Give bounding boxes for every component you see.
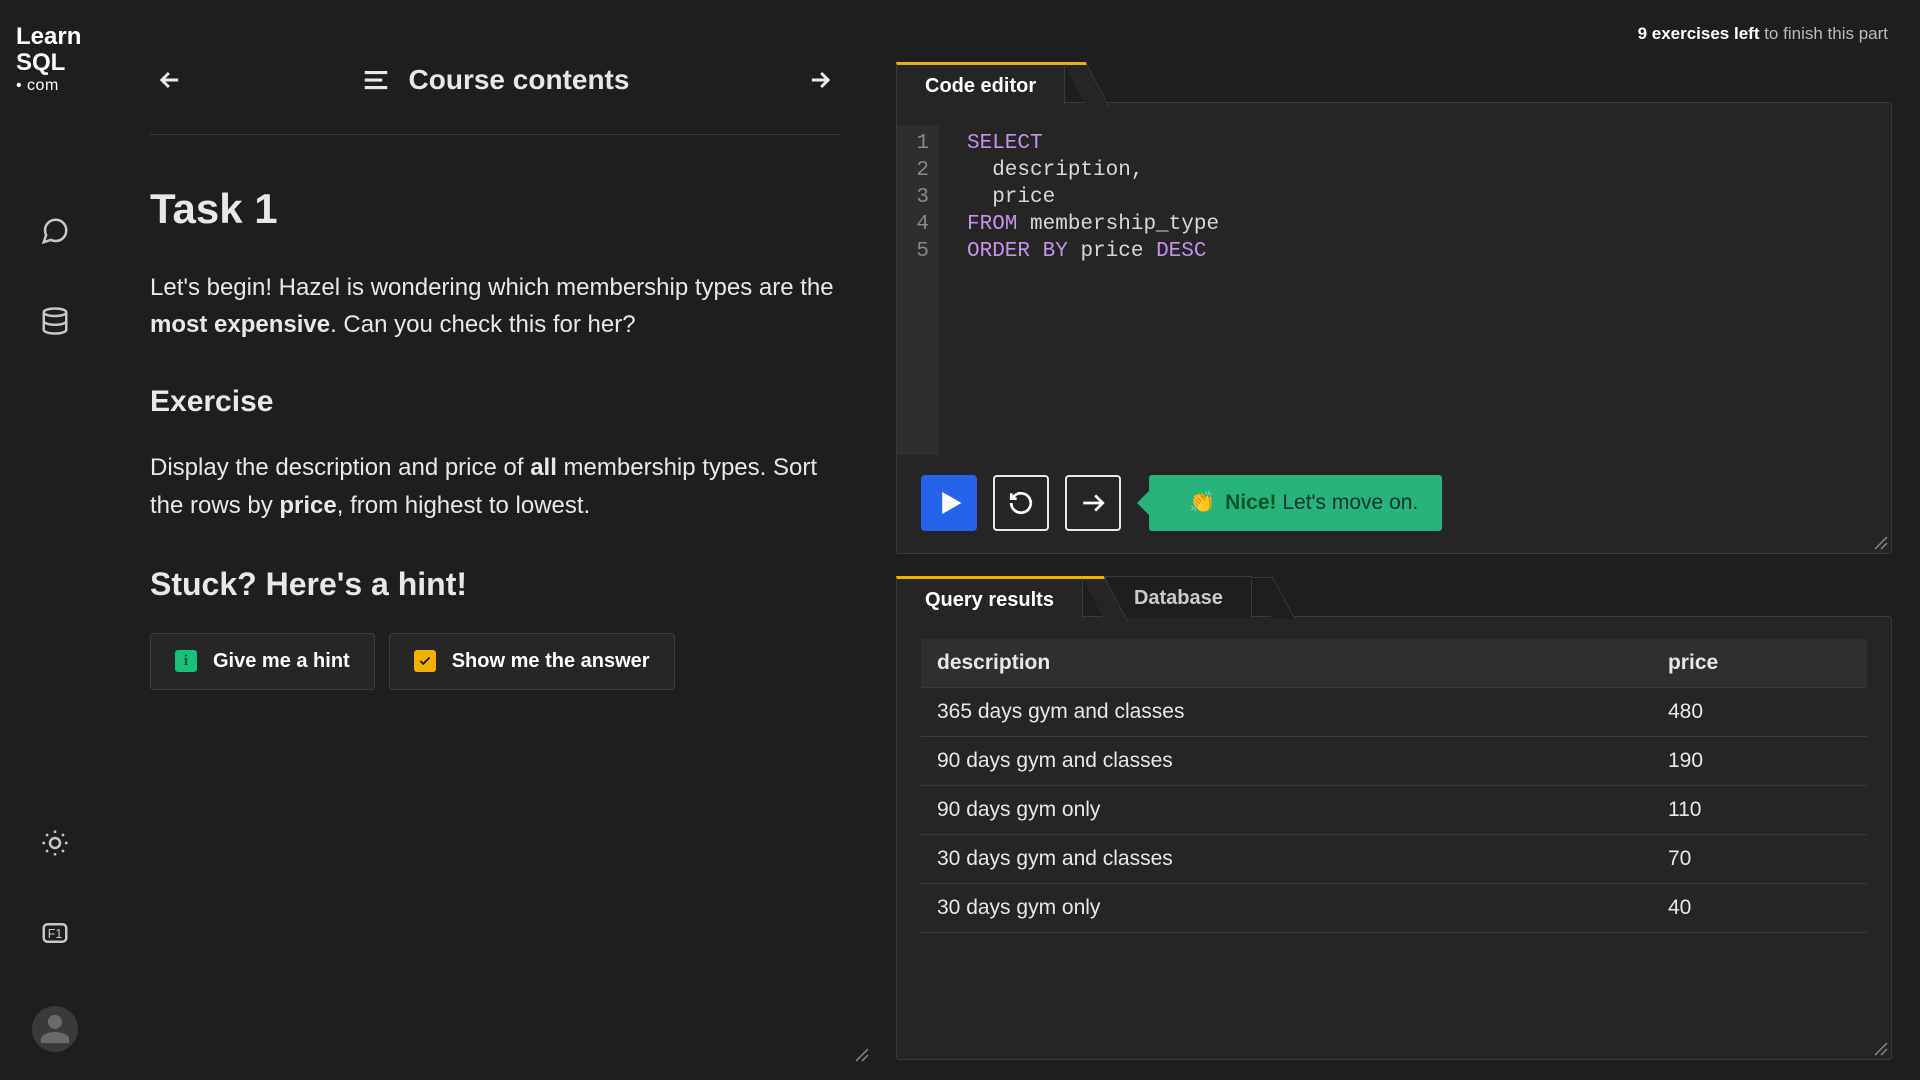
exercise-heading: Exercise xyxy=(150,385,840,419)
table-row: 90 days gym only110 xyxy=(921,786,1867,835)
table-row: 30 days gym only40 xyxy=(921,884,1867,933)
course-contents-label: Course contents xyxy=(409,64,630,96)
exercises-rest: to finish this part xyxy=(1759,24,1888,43)
forward-icon xyxy=(1080,490,1106,516)
code-text[interactable]: SELECT description, priceFROM membership… xyxy=(939,125,1219,455)
logo-line2: SQL xyxy=(16,50,94,76)
hint-button-label: Give me a hint xyxy=(213,650,350,673)
database-icon[interactable] xyxy=(38,304,72,338)
info-icon: i xyxy=(175,650,197,672)
line-number: 1 xyxy=(901,131,929,158)
table-row: 365 days gym and classes480 xyxy=(921,688,1867,737)
table-cell: 30 days gym and classes xyxy=(921,835,1652,884)
table-row: 90 days gym and classes190 xyxy=(921,737,1867,786)
hint-heading: Stuck? Here's a hint! xyxy=(150,566,840,603)
logo[interactable]: Learn SQL • com xyxy=(16,24,94,94)
resize-handle-icon[interactable] xyxy=(854,1047,870,1068)
line-gutter: 12345 xyxy=(897,125,939,455)
task-heading: Task 1 xyxy=(150,185,840,233)
table-cell: 30 days gym only xyxy=(921,884,1652,933)
course-contents-button[interactable]: Course contents xyxy=(361,64,630,96)
prev-arrow-icon[interactable] xyxy=(150,60,190,100)
next-arrow-icon[interactable] xyxy=(800,60,840,100)
exercise-text: Display the description and price of all… xyxy=(150,449,840,523)
tab-database[interactable]: Database xyxy=(1105,576,1252,618)
play-icon xyxy=(936,490,962,516)
feedback-nice: Nice! xyxy=(1225,491,1276,514)
workspace: 9 exercises left to finish this part Cod… xyxy=(880,0,1920,1080)
app-sidebar: Learn SQL • com F1 xyxy=(0,0,110,1080)
settings-icon[interactable] xyxy=(38,826,72,860)
task-content: Task 1 Let's begin! Hazel is wondering w… xyxy=(150,135,840,690)
ex-s1: all xyxy=(530,454,557,481)
line-number: 3 xyxy=(901,185,929,212)
exercises-remaining: 9 exercises left to finish this part xyxy=(896,24,1892,44)
results-body: descriptionprice 365 days gym and classe… xyxy=(897,619,1891,1059)
column-header: description xyxy=(921,639,1652,688)
svg-text:F1: F1 xyxy=(48,927,63,941)
results-table: descriptionprice 365 days gym and classe… xyxy=(921,639,1867,933)
keyboard-shortcut-icon[interactable]: F1 xyxy=(38,916,72,950)
editor-actions: 👏 Nice! Let's move on. xyxy=(897,455,1891,553)
ex-s2: price xyxy=(279,492,336,519)
ex-a: Display the description and price of xyxy=(150,454,530,481)
table-header-row: descriptionprice xyxy=(921,639,1867,688)
line-number: 2 xyxy=(901,158,929,185)
table-cell: 190 xyxy=(1652,737,1867,786)
logo-line3: • com xyxy=(16,77,94,95)
ex-c: , from highest to lowest. xyxy=(337,492,590,519)
reset-icon xyxy=(1008,490,1034,516)
skip-button[interactable] xyxy=(1065,475,1121,531)
tab-database-label: Database xyxy=(1134,587,1223,609)
instructions-panel: Course contents Task 1 Let's begin! Haze… xyxy=(110,0,880,1080)
table-cell: 70 xyxy=(1652,835,1867,884)
tab-code-editor-label: Code editor xyxy=(925,75,1036,97)
check-icon xyxy=(414,650,436,672)
logo-line1: Learn xyxy=(16,24,94,50)
table-row: 30 days gym and classes70 xyxy=(921,835,1867,884)
menu-icon xyxy=(361,65,391,95)
table-cell: 40 xyxy=(1652,884,1867,933)
task-intro-post: . Can you check this for her? xyxy=(330,311,635,338)
code-editor[interactable]: 12345 SELECT description, priceFROM memb… xyxy=(897,105,1891,455)
answer-button[interactable]: Show me the answer xyxy=(389,633,675,690)
user-avatar[interactable] xyxy=(32,1006,78,1052)
tab-query-results[interactable]: Query results xyxy=(896,576,1083,618)
table-cell: 90 days gym only xyxy=(921,786,1652,835)
table-cell: 110 xyxy=(1652,786,1867,835)
table-cell: 90 days gym and classes xyxy=(921,737,1652,786)
line-number: 4 xyxy=(901,212,929,239)
table-cell: 480 xyxy=(1652,688,1867,737)
answer-button-label: Show me the answer xyxy=(452,650,650,673)
exercises-count: 9 exercises left xyxy=(1638,24,1760,43)
column-header: price xyxy=(1652,639,1867,688)
clap-emoji-icon: 👏 xyxy=(1189,491,1215,515)
results-panel: Query results Database descriptionprice … xyxy=(896,616,1892,1060)
task-intro-strong: most expensive xyxy=(150,311,330,338)
task-intro: Let's begin! Hazel is wondering which me… xyxy=(150,269,840,343)
chat-icon[interactable] xyxy=(38,214,72,248)
table-cell: 365 days gym and classes xyxy=(921,688,1652,737)
reset-button[interactable] xyxy=(993,475,1049,531)
tab-code-editor[interactable]: Code editor xyxy=(896,62,1065,104)
feedback-banner[interactable]: 👏 Nice! Let's move on. xyxy=(1149,475,1442,531)
hint-button[interactable]: i Give me a hint xyxy=(150,633,375,690)
resize-handle-icon[interactable] xyxy=(1873,535,1889,551)
code-editor-panel: Code editor 12345 SELECT description, pr… xyxy=(896,102,1892,554)
line-number: 5 xyxy=(901,239,929,266)
table-body: 365 days gym and classes48090 days gym a… xyxy=(921,688,1867,933)
feedback-rest: Let's move on. xyxy=(1277,491,1419,514)
course-nav: Course contents xyxy=(150,60,840,135)
resize-handle-icon[interactable] xyxy=(1873,1041,1889,1057)
run-button[interactable] xyxy=(921,475,977,531)
task-intro-pre: Let's begin! Hazel is wondering which me… xyxy=(150,274,834,301)
tab-query-results-label: Query results xyxy=(925,589,1054,611)
